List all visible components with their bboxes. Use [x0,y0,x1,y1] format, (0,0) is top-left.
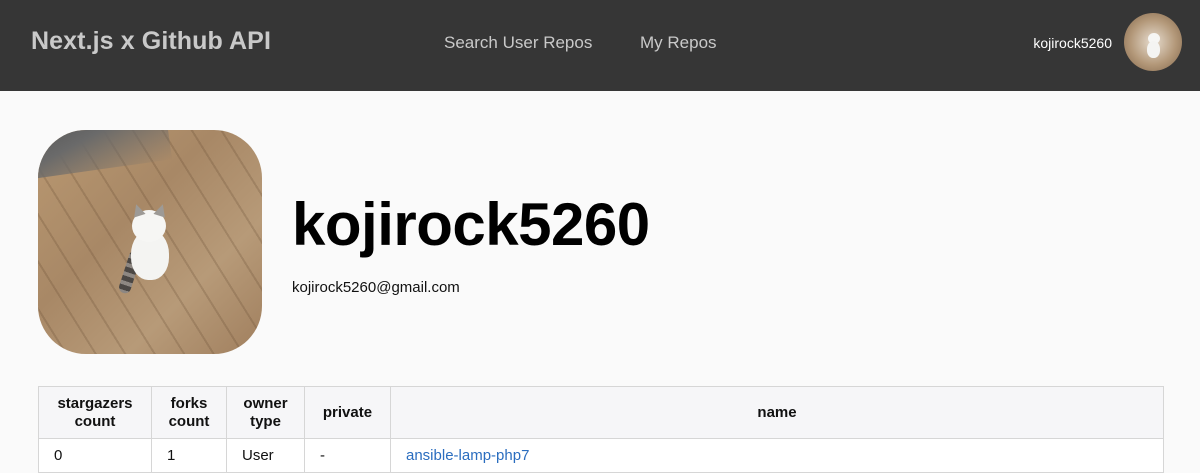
cell-name: ansible-lamp-php7 [390,438,1164,473]
nav-link-search-user-repos[interactable]: Search User Repos [444,33,592,53]
cell-forks-count: 1 [151,438,227,473]
column-header-owner-type[interactable]: owner type [226,386,305,439]
nav-avatar-cat-body [1147,41,1160,58]
profile-avatar [38,130,262,354]
repo-link[interactable]: ansible-lamp-php7 [406,447,529,464]
column-header-name[interactable]: name [390,386,1164,439]
profile-username: kojirock5260 [292,191,650,258]
column-header-stargazers-count[interactable]: stargazers count [38,386,152,439]
column-header-forks-count[interactable]: forks count [151,386,227,439]
table-row: 0 1 User - ansible-lamp-php7 [38,438,1164,473]
nav-username: kojirock5260 [1033,35,1112,51]
nav-avatar[interactable] [1124,13,1182,71]
table-header-row: stargazers count forks count owner type … [38,386,1164,439]
nav-link-my-repos[interactable]: My Repos [640,33,717,53]
cell-stargazers-count: 0 [38,438,152,473]
column-header-private[interactable]: private [304,386,391,439]
repo-table: stargazers count forks count owner type … [38,386,1164,473]
cell-private: - [304,438,391,473]
navbar: Next.js x Github API Search User Repos M… [0,0,1200,91]
profile-email: kojirock5260@gmail.com [292,279,460,296]
brand-link[interactable]: Next.js x Github API [31,27,271,56]
cell-owner-type: User [226,438,305,473]
